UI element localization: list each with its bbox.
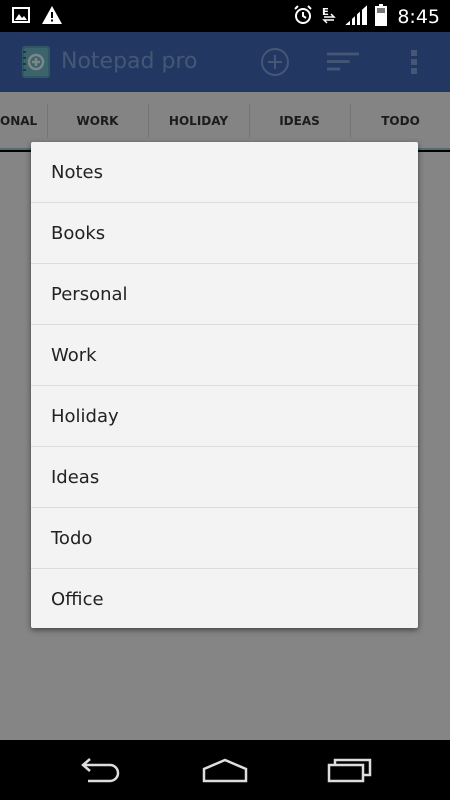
category-item-work[interactable]: Work: [31, 325, 418, 386]
category-item-notes[interactable]: Notes: [31, 142, 418, 203]
back-icon[interactable]: [70, 752, 130, 788]
image-icon: [12, 7, 30, 27]
alarm-icon: [293, 5, 313, 29]
recents-icon[interactable]: [320, 752, 380, 788]
navigation-bar: [0, 740, 450, 800]
category-item-books[interactable]: Books: [31, 203, 418, 264]
clock: 8:45: [397, 6, 440, 28]
signal-icon: [345, 4, 368, 29]
battery-icon: [375, 4, 388, 30]
warning-icon: [42, 6, 62, 28]
home-icon[interactable]: [195, 752, 255, 788]
category-dialog: Notes Books Personal Work Holiday Ideas …: [31, 142, 418, 628]
category-item-ideas[interactable]: Ideas: [31, 447, 418, 508]
status-bar: E 8:45: [0, 0, 450, 32]
data-icon: E: [321, 5, 337, 29]
category-item-office[interactable]: Office: [31, 569, 418, 630]
category-item-personal[interactable]: Personal: [31, 264, 418, 325]
category-item-holiday[interactable]: Holiday: [31, 386, 418, 447]
category-item-todo[interactable]: Todo: [31, 508, 418, 569]
